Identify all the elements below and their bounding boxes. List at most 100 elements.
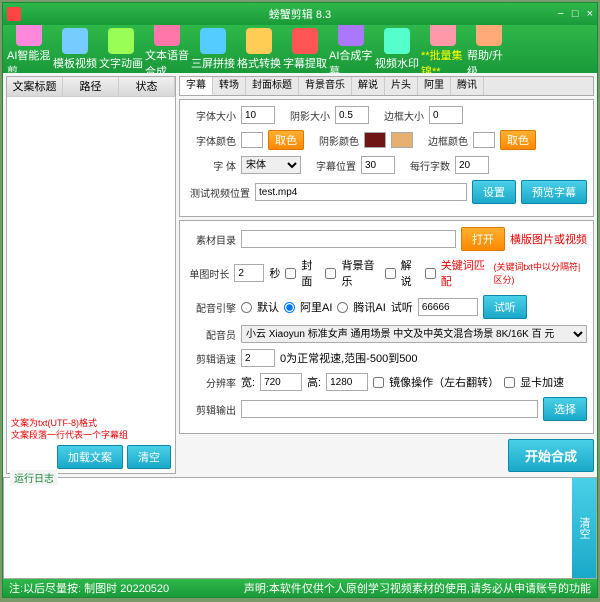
tab-片头[interactable]: 片头 xyxy=(385,77,418,95)
close-button[interactable]: × xyxy=(587,8,593,20)
tool-视频水印[interactable]: 视频水印 xyxy=(375,28,419,71)
engine-ali-radio[interactable] xyxy=(284,302,295,313)
tool-模板视频[interactable]: 模板视频 xyxy=(53,28,97,71)
title-bar: 螃蟹剪辑 8.3 − □ × xyxy=(3,3,597,25)
bgm-checkbox[interactable] xyxy=(325,268,336,279)
perline-input[interactable] xyxy=(455,156,489,174)
runtime-log-panel: 运行日志 清空 xyxy=(3,477,597,579)
border-color-pick[interactable]: 取色 xyxy=(500,130,536,150)
font-size-label: 字体大小 xyxy=(186,108,236,123)
mirror-checkbox[interactable] xyxy=(373,377,384,388)
tool-文本语音合成[interactable]: 文本语音合成 xyxy=(145,20,189,79)
tool-文字动画[interactable]: 文字动画 xyxy=(99,28,143,71)
test-label: 测试视频位置 xyxy=(186,185,250,200)
gpu-checkbox[interactable] xyxy=(504,377,515,388)
border-size-input[interactable] xyxy=(429,106,463,124)
material-panel: 素材目录 打开 横版图片或视频 单图时长 秒 封面 背景音乐 解说 关键词匹配 … xyxy=(179,220,594,434)
select-out-button[interactable]: 选择 xyxy=(543,397,587,421)
shadow-color-swatch2[interactable] xyxy=(391,132,413,148)
minimize-button[interactable]: − xyxy=(557,8,563,20)
maximize-button[interactable]: □ xyxy=(572,8,579,20)
font-select[interactable]: 宋体 xyxy=(241,156,301,174)
preview-subtitle-button[interactable]: 预览字幕 xyxy=(521,180,587,204)
font-color-label: 字体颜色 xyxy=(186,133,236,148)
kw-checkbox[interactable] xyxy=(425,268,436,279)
try-button[interactable]: 试听 xyxy=(483,295,527,319)
tool-字幕提取[interactable]: 字幕提取 xyxy=(283,28,327,71)
engine-default-radio[interactable] xyxy=(241,302,252,313)
tab-字幕[interactable]: 字幕 xyxy=(180,77,213,95)
out-input[interactable] xyxy=(241,400,538,418)
dur-label: 单图时长 xyxy=(186,266,229,281)
tool-AI智能混剪[interactable]: AI智能混剪 xyxy=(7,20,51,79)
tab-封面标题[interactable]: 封面标题 xyxy=(246,77,299,95)
engine-tx-radio[interactable] xyxy=(337,302,348,313)
app-icon xyxy=(7,7,21,21)
cover-checkbox[interactable] xyxy=(285,268,296,279)
voice-select[interactable]: 小云 Xiaoyun 标准女声 通用场景 中文及中英文混合场景 8K/16K 百… xyxy=(241,325,587,343)
pos-label: 字幕位置 xyxy=(306,158,356,173)
border-color-label: 边框颜色 xyxy=(418,133,468,148)
shadow-color-swatch[interactable] xyxy=(364,132,386,148)
footer-left: 注:以后尽量按: 制图时 20220520 xyxy=(9,580,169,596)
clear-script-button[interactable]: 清空 xyxy=(127,445,171,469)
speed-label: 剪辑语速 xyxy=(186,351,236,366)
col-文案标题[interactable]: 文案标题 xyxy=(7,77,63,96)
note-segment: 文案段落一行代表一个字幕组 xyxy=(11,429,171,441)
shadow-color-label: 阴影颜色 xyxy=(309,133,359,148)
tool-三屏拼接[interactable]: 三屏拼接 xyxy=(191,28,235,71)
shadow-size-label: 阴影大小 xyxy=(280,108,330,123)
speed-input[interactable] xyxy=(241,349,275,367)
res-label: 分辨率 xyxy=(186,375,236,390)
subtitle-panel: 字体大小 阴影大小 边框大小 字体颜色 取色 阴影颜色 边框颜色 取色 xyxy=(179,99,594,217)
tab-腾讯[interactable]: 腾讯 xyxy=(451,77,484,95)
dur-unit: 秒 xyxy=(269,265,280,281)
shadow-size-input[interactable] xyxy=(335,106,369,124)
col-状态[interactable]: 状态 xyxy=(119,77,175,96)
settings-tabs: 字幕转场封面标题背景音乐解说片头阿里腾讯 xyxy=(179,76,594,96)
script-list-panel: 文案标题路径状态 文案为txt(UTF-8)格式 文案段落一行代表一个字幕组 加… xyxy=(6,76,176,474)
font-label: 字 体 xyxy=(186,158,236,173)
voice-checkbox[interactable] xyxy=(385,268,396,279)
tool-**批量集锦**[interactable]: **批量集锦** xyxy=(421,20,465,79)
border-color-swatch[interactable] xyxy=(473,132,495,148)
voice-label: 配音员 xyxy=(186,327,236,342)
font-color-pick[interactable]: 取色 xyxy=(268,130,304,150)
tool-格式转换[interactable]: 格式转换 xyxy=(237,28,281,71)
tab-转场[interactable]: 转场 xyxy=(213,77,246,95)
tab-解说[interactable]: 解说 xyxy=(352,77,385,95)
font-color-swatch[interactable] xyxy=(241,132,263,148)
main-toolbar: AI智能混剪模板视频文字动画文本语音合成三屏拼接格式转换字幕提取AI合成字幕视频… xyxy=(3,25,597,73)
note-format: 文案为txt(UTF-8)格式 xyxy=(11,417,171,429)
try-input[interactable] xyxy=(418,298,478,316)
load-script-button[interactable]: 加载文案 xyxy=(57,445,123,469)
tool-AI合成字幕[interactable]: AI合成字幕 xyxy=(329,20,373,79)
speed-hint: 0为正常视速,范围-500到500 xyxy=(280,350,418,366)
open-dir-button[interactable]: 打开 xyxy=(461,227,505,251)
perline-label: 每行字数 xyxy=(400,158,450,173)
tab-阿里[interactable]: 阿里 xyxy=(418,77,451,95)
script-list[interactable] xyxy=(7,97,175,413)
set-button[interactable]: 设置 xyxy=(472,180,516,204)
dir-label: 素材目录 xyxy=(186,232,236,247)
try-label: 试听 xyxy=(391,299,413,315)
font-size-input[interactable] xyxy=(241,106,275,124)
clear-log-button[interactable]: 清空 xyxy=(572,478,596,578)
dir-hint: 横版图片或视频 xyxy=(510,231,587,247)
pos-input[interactable] xyxy=(361,156,395,174)
border-size-label: 边框大小 xyxy=(374,108,424,123)
test-input[interactable] xyxy=(255,183,467,201)
engine-label: 配音引擎 xyxy=(186,300,236,315)
tab-背景音乐[interactable]: 背景音乐 xyxy=(299,77,352,95)
height-input[interactable] xyxy=(326,373,368,391)
out-label: 剪辑输出 xyxy=(186,402,236,417)
start-compose-button[interactable]: 开始合成 xyxy=(508,439,594,472)
window-title: 螃蟹剪辑 8.3 xyxy=(269,6,331,22)
dir-input[interactable] xyxy=(241,230,456,248)
status-bar: 注:以后尽量按: 制图时 20220520 声明:本软件仅供个人原创学习视频素材… xyxy=(3,579,597,597)
tool-帮助/升级[interactable]: 帮助/升级 xyxy=(467,20,511,79)
width-input[interactable] xyxy=(260,373,302,391)
dur-input[interactable] xyxy=(234,264,264,282)
col-路径[interactable]: 路径 xyxy=(63,77,119,96)
footer-right: 声明:本软件仅供个人原创学习视频素材的使用,请务必从申请账号的功能 xyxy=(244,580,591,596)
